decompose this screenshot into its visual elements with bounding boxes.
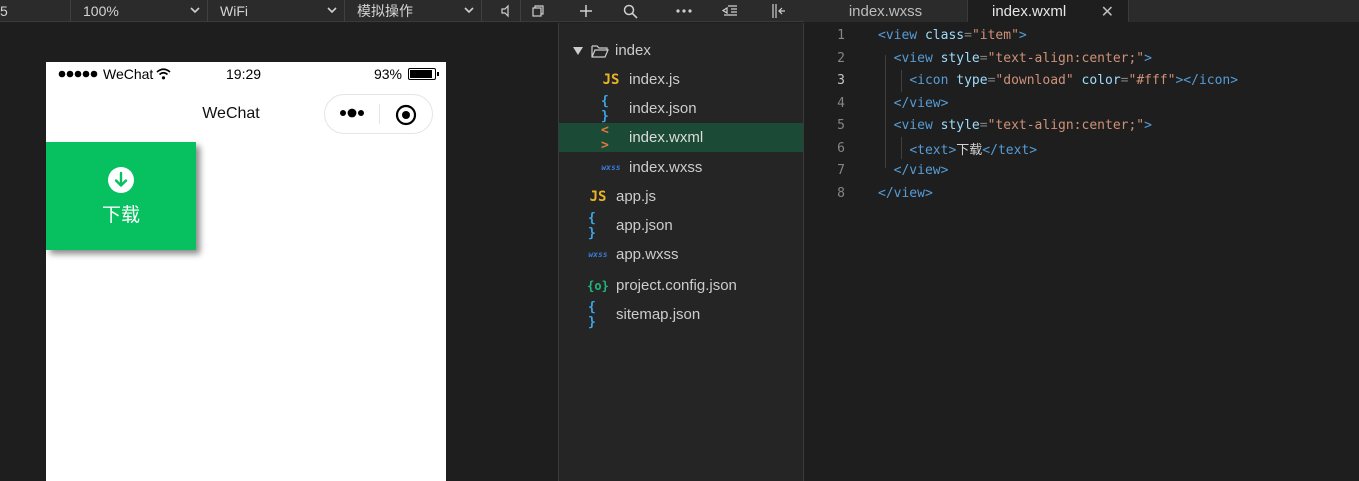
window-button[interactable] xyxy=(526,0,550,22)
download-label: 下载 xyxy=(101,204,140,226)
line-number: 5 xyxy=(837,117,845,133)
file-label: index.wxss xyxy=(629,159,703,176)
split-panel-icon xyxy=(772,4,785,18)
zoom-select-value: 100% xyxy=(83,3,119,19)
tree-file-project-config-json[interactable]: {o} project.config.json xyxy=(559,271,803,300)
file-label: app.wxss xyxy=(616,246,679,263)
tab-label: index.wxss xyxy=(848,2,923,20)
wxss-file-icon: wxss xyxy=(588,250,608,259)
tree-file-index-wxml[interactable]: < > index.wxml xyxy=(559,122,803,153)
folder-open-icon xyxy=(591,44,609,58)
tab-index-wxss[interactable]: index.wxss xyxy=(804,0,967,22)
more-dots-icon xyxy=(340,108,364,118)
line-number: 6 xyxy=(837,140,845,156)
json-file-icon: { } xyxy=(601,93,609,124)
network-select-value: WiFi xyxy=(220,3,248,19)
tree-file-index-json[interactable]: { } index.json xyxy=(559,93,803,124)
tab-label: index.wxml xyxy=(992,2,1067,20)
capsule-close-button[interactable] xyxy=(395,104,417,131)
window-icon xyxy=(532,5,544,17)
target-icon xyxy=(395,104,417,126)
more-icon xyxy=(676,9,692,13)
tab-index-wxml[interactable]: index.wxml ✕ xyxy=(967,0,1129,22)
chevron-down-icon xyxy=(190,7,200,14)
line-number: 7 xyxy=(837,162,845,178)
network-select[interactable]: WiFi xyxy=(208,0,344,22)
tree-file-app-js[interactable]: JS app.js xyxy=(559,182,803,211)
file-label: index.json xyxy=(629,100,697,117)
download-icon xyxy=(108,166,134,193)
close-icon[interactable]: ✕ xyxy=(1101,2,1114,22)
file-label: sitemap.json xyxy=(616,306,701,323)
search-button[interactable] xyxy=(618,0,642,22)
split-button[interactable] xyxy=(766,0,790,22)
code-editor[interactable]: 1 <view class="item"> 2 <view style="tex… xyxy=(805,23,1359,481)
line-number: 2 xyxy=(837,50,845,66)
cfg-file-icon: {o} xyxy=(587,278,609,293)
capsule-more-button[interactable] xyxy=(339,106,367,125)
tree-file-app-json[interactable]: { } app.json xyxy=(559,210,803,241)
file-label: index.wxml xyxy=(629,129,704,146)
battery-percent: 93% xyxy=(373,66,402,82)
toolbar-divider xyxy=(520,0,521,22)
speaker-icon xyxy=(501,4,509,18)
simulator-panel: WeChat 19:29 93% WeChat 下载 xyxy=(0,23,558,481)
battery-status: 93% xyxy=(373,66,439,82)
file-label: app.json xyxy=(616,217,673,234)
outdent-icon xyxy=(722,5,737,16)
collapse-button[interactable] xyxy=(718,0,742,22)
tree-file-app-wxss[interactable]: wxss app.wxss xyxy=(559,240,803,269)
operation-select-value: 模拟操作 xyxy=(357,3,413,19)
wxss-file-icon: wxss xyxy=(601,163,621,172)
more-button[interactable] xyxy=(672,0,696,22)
operation-select[interactable]: 模拟操作 xyxy=(345,0,481,22)
editor-tabs: index.wxss index.wxml ✕ xyxy=(804,0,1359,22)
carrier-label: WeChat xyxy=(103,66,154,82)
js-file-icon: JS xyxy=(589,188,607,205)
caret-down-icon xyxy=(573,46,583,55)
tree-file-sitemap-json[interactable]: { } sitemap.json xyxy=(559,299,803,330)
tree-file-index-wxss[interactable]: wxss index.wxss xyxy=(559,153,803,182)
add-file-button[interactable] xyxy=(574,0,598,22)
plus-icon xyxy=(580,5,592,17)
line-number: 1 xyxy=(837,27,845,43)
capsule-divider xyxy=(379,104,380,124)
signal-carrier: WeChat xyxy=(58,66,171,82)
download-item[interactable]: 下载 xyxy=(46,142,196,250)
mute-button[interactable] xyxy=(494,0,518,22)
battery-icon xyxy=(408,68,439,80)
folder-label: index xyxy=(615,42,651,59)
line-number: 8 xyxy=(837,185,845,201)
file-explorer: index JS index.js { } index.json < > index.wx… xyxy=(558,23,804,481)
wxml-file-icon: < > xyxy=(601,122,609,153)
file-label: app.js xyxy=(616,188,657,205)
status-time: 19:29 xyxy=(226,66,262,82)
file-label: project.config.json xyxy=(616,277,737,294)
battery-level xyxy=(410,70,433,78)
phone-screen: WeChat 19:29 93% WeChat 下载 xyxy=(46,62,446,481)
tree-folder-index[interactable]: index xyxy=(559,36,803,65)
file-label: index.js xyxy=(629,71,680,88)
line-number: 4 xyxy=(837,95,845,111)
js-file-icon: JS xyxy=(602,71,620,88)
capsule-menu xyxy=(324,94,433,134)
top-toolbar: 5 100% WiFi 模拟操作 xyxy=(0,0,804,22)
device-select-value: 5 xyxy=(0,3,8,19)
toolbar-divider xyxy=(481,0,482,22)
tree-file-index-js[interactable]: JS index.js xyxy=(559,65,803,94)
json-file-icon: { } xyxy=(588,299,596,330)
chevron-down-icon xyxy=(327,7,337,14)
search-icon xyxy=(623,4,638,19)
status-bar: WeChat 19:29 93% xyxy=(46,62,446,86)
json-file-icon: { } xyxy=(588,210,596,241)
signal-dots-icon xyxy=(58,70,98,78)
line-number: 3 xyxy=(837,72,845,88)
chevron-down-icon xyxy=(464,7,474,14)
zoom-select[interactable]: 100% xyxy=(71,0,207,22)
wifi-icon xyxy=(156,68,171,80)
device-select[interactable]: 5 xyxy=(0,0,70,22)
